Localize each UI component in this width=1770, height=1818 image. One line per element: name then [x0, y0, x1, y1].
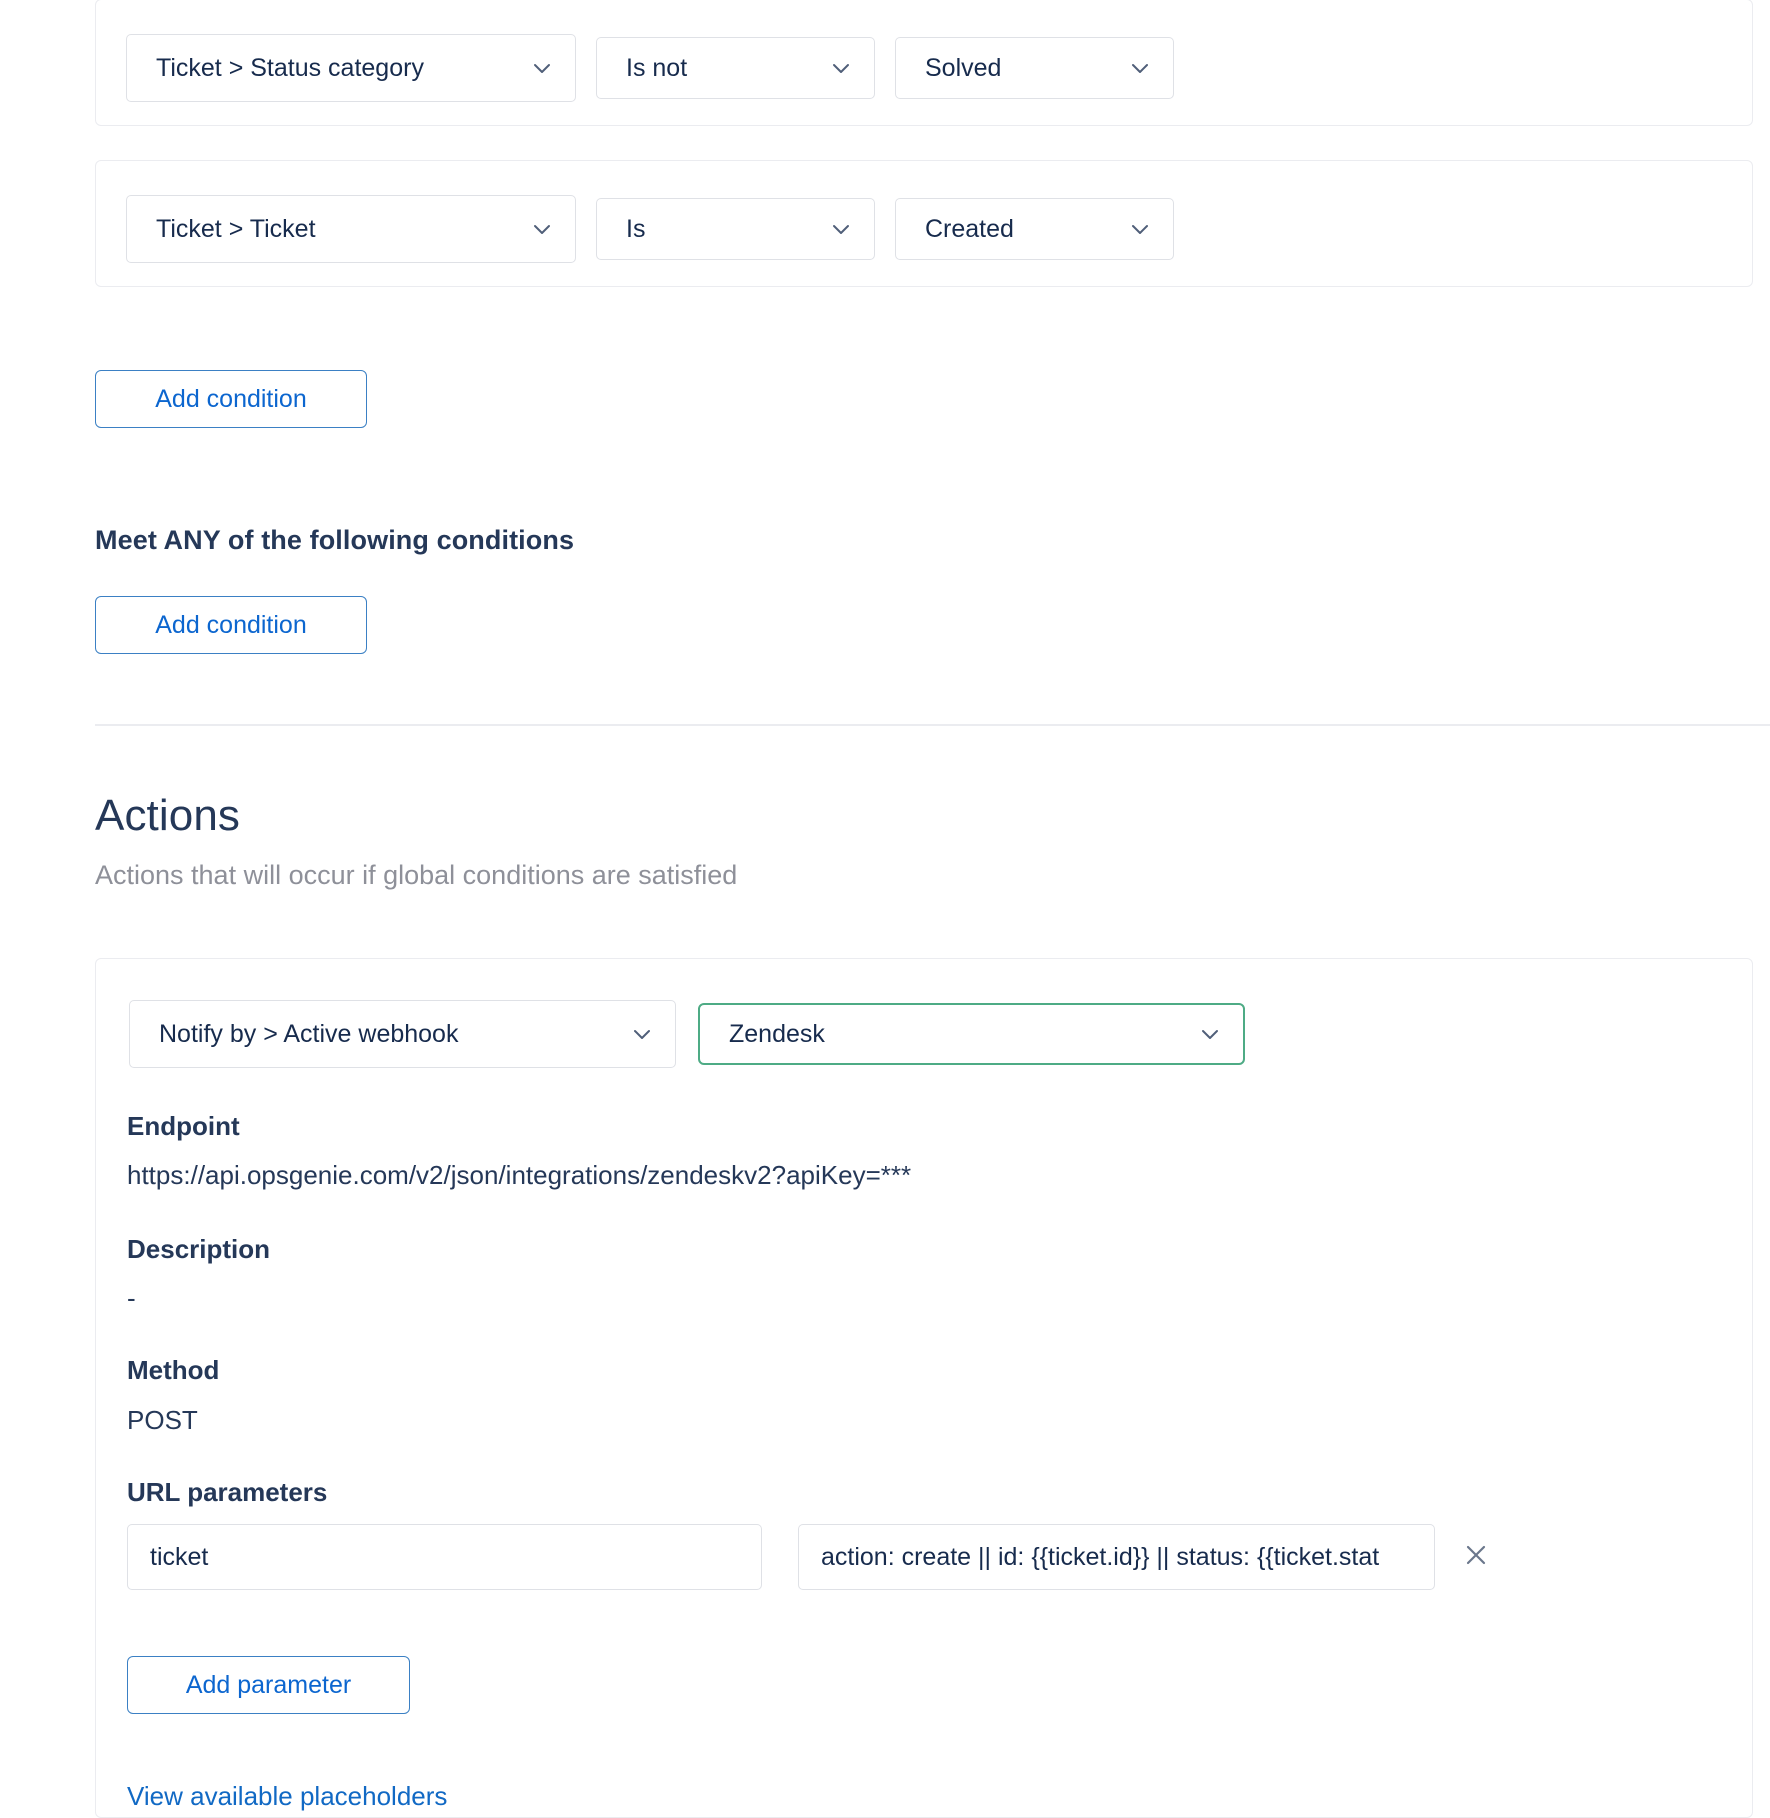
description-value: -: [127, 1283, 136, 1313]
action-selectors-row: Notify by > Active webhook Zendesk: [129, 1000, 1245, 1068]
chevron-down-icon: [531, 57, 553, 79]
section-divider: [95, 724, 1770, 726]
meet-any-conditions-heading: Meet ANY of the following conditions: [95, 525, 575, 555]
condition-field-select-2[interactable]: Ticket > Ticket: [126, 195, 576, 263]
url-parameter-row: ticket action: create || id: {{ticket.id…: [127, 1524, 1491, 1590]
chevron-down-icon: [830, 218, 852, 240]
action-target-select[interactable]: Zendesk: [698, 1003, 1245, 1065]
automation-rule-editor: Ticket > Status category Is not Solved T…: [0, 0, 1770, 1818]
remove-parameter-button[interactable]: [1461, 1542, 1491, 1572]
close-icon: [1463, 1542, 1489, 1573]
condition-value-select-1[interactable]: Solved: [895, 37, 1174, 99]
chevron-down-icon: [1199, 1023, 1221, 1045]
parameter-value-input[interactable]: action: create || id: {{ticket.id}} || s…: [798, 1524, 1435, 1590]
condition-operator-label-2: Is: [626, 214, 646, 243]
chevron-down-icon: [1129, 218, 1151, 240]
condition-card-2: Ticket > Ticket Is Created: [95, 160, 1753, 287]
add-condition-button-all[interactable]: Add condition: [95, 370, 367, 428]
add-parameter-button[interactable]: Add parameter: [127, 1656, 410, 1714]
action-type-select[interactable]: Notify by > Active webhook: [129, 1000, 676, 1068]
chevron-down-icon: [830, 57, 852, 79]
parameter-key-input[interactable]: ticket: [127, 1524, 762, 1590]
condition-field-label-1: Ticket > Status category: [156, 53, 424, 82]
action-type-label: Notify by > Active webhook: [159, 1019, 459, 1048]
condition-operator-label-1: Is not: [626, 53, 688, 82]
condition-value-label-2: Created: [925, 214, 1014, 243]
condition-card-1: Ticket > Status category Is not Solved: [95, 0, 1753, 126]
condition-operator-select-1[interactable]: Is not: [596, 37, 875, 99]
actions-heading: Actions: [95, 791, 240, 840]
condition-row: Ticket > Ticket Is Created: [96, 161, 1752, 297]
endpoint-value: https://api.opsgenie.com/v2/json/integra…: [127, 1160, 912, 1190]
url-parameters-label: URL parameters: [127, 1477, 328, 1507]
condition-value-label-1: Solved: [925, 53, 1002, 82]
chevron-down-icon: [1129, 57, 1151, 79]
add-condition-button-any[interactable]: Add condition: [95, 596, 367, 654]
view-available-placeholders-link[interactable]: View available placeholders: [127, 1781, 447, 1812]
method-label: Method: [127, 1355, 220, 1385]
action-target-label: Zendesk: [729, 1019, 825, 1048]
chevron-down-icon: [631, 1023, 653, 1045]
condition-row: Ticket > Status category Is not Solved: [96, 0, 1752, 136]
chevron-down-icon: [531, 218, 553, 240]
actions-subtitle: Actions that will occur if global condit…: [95, 860, 738, 890]
condition-value-select-2[interactable]: Created: [895, 198, 1174, 260]
condition-field-label-2: Ticket > Ticket: [156, 214, 316, 243]
method-value: POST: [127, 1405, 198, 1435]
condition-operator-select-2[interactable]: Is: [596, 198, 875, 260]
description-label: Description: [127, 1234, 271, 1264]
endpoint-label: Endpoint: [127, 1111, 240, 1141]
condition-field-select-1[interactable]: Ticket > Status category: [126, 34, 576, 102]
